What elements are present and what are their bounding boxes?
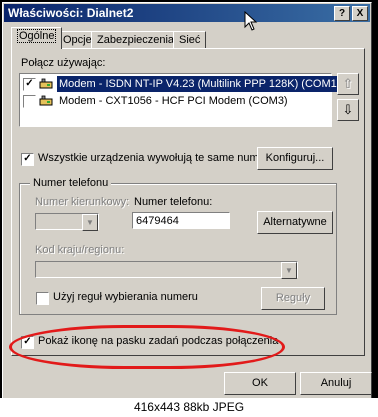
move-up-button[interactable]: ⇧	[337, 73, 359, 95]
phone-number-label: Numer telefonu:	[134, 196, 213, 208]
phone-group-label: Numer telefonu	[30, 177, 112, 189]
device-name: Modem - CXT1056 - HCF PCI Modem (COM3)	[59, 95, 288, 107]
tab-general-label: Ogólne	[17, 29, 57, 43]
area-code-combo: ▼	[35, 213, 99, 231]
chevron-down-icon: ▼	[281, 262, 297, 279]
dialing-rules-label: Użyj reguł wybierania numeru	[53, 291, 198, 303]
modem-icon	[39, 95, 53, 106]
window-title: Właściwości: Dialnet2	[8, 6, 134, 20]
help-button[interactable]: ?	[334, 6, 350, 21]
tab-general[interactable]: Ogólne	[11, 27, 63, 49]
title-bar: Właściwości: Dialnet2 ? X	[4, 4, 370, 22]
phone-number-input[interactable]: 6479464	[132, 212, 230, 229]
configure-button[interactable]: Konfiguruj...	[257, 147, 333, 170]
ok-button[interactable]: OK	[224, 372, 296, 395]
mouse-cursor-icon	[244, 11, 258, 31]
device-checkbox[interactable]	[23, 95, 36, 108]
cancel-button[interactable]: Anuluj	[300, 372, 372, 395]
rules-button: Reguły	[261, 287, 325, 310]
move-down-button[interactable]: ⇩	[337, 99, 359, 121]
device-list[interactable]: ✓ Modem - ISDN NT-IP V4.23 (Multilink PP…	[19, 73, 343, 127]
image-caption: 416x443 88kb JPEG	[0, 398, 378, 417]
country-code-combo: ▼	[35, 261, 298, 279]
close-button[interactable]: X	[352, 6, 368, 21]
highlight-ellipse	[9, 325, 285, 369]
area-code-label: Numer kierunkowy:	[35, 196, 130, 208]
all-devices-label: Wszystkie urządzenia wywołują te same nu…	[38, 152, 274, 164]
modem-icon	[39, 78, 53, 89]
alternates-button[interactable]: Alternatywne	[257, 211, 333, 234]
dialing-rules-checkbox[interactable]	[36, 292, 49, 305]
properties-dialog: Właściwości: Dialnet2 ? X Ogólne Opcje Z…	[2, 2, 372, 399]
tab-security[interactable]: Zabezpieczenia	[91, 31, 181, 48]
connect-using-label: Połącz używając:	[21, 57, 106, 69]
country-code-label: Kod kraju/regionu:	[35, 244, 125, 256]
device-checkbox[interactable]: ✓	[23, 78, 36, 91]
chevron-down-icon: ▼	[82, 214, 98, 231]
tab-network[interactable]: Sieć	[173, 31, 207, 48]
all-devices-checkbox[interactable]: ✓	[21, 153, 34, 166]
device-name: Modem - ISDN NT-IP V4.23 (Multilink PPP …	[57, 76, 343, 92]
